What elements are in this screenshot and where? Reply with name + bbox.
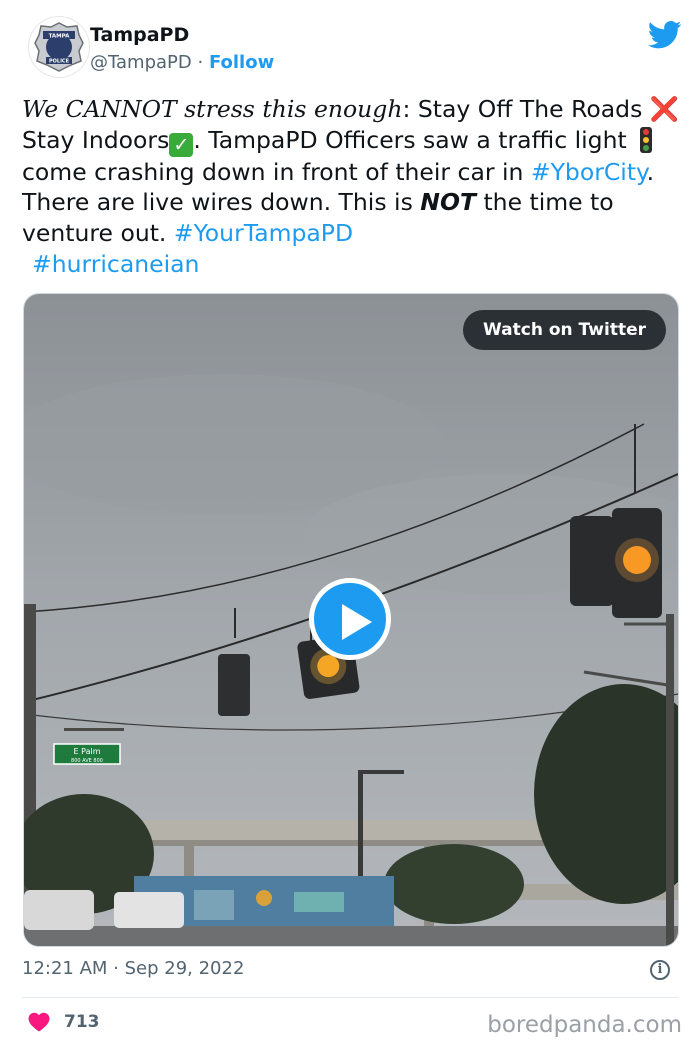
- tweet-text-part3: . TampaPD Officers saw a traffic light: [193, 125, 635, 154]
- street-sign-sub-text: 800 AVE 800: [71, 758, 103, 764]
- info-icon[interactable]: i: [650, 960, 670, 980]
- twitter-bird-icon[interactable]: [648, 20, 682, 50]
- follow-button[interactable]: Follow: [209, 52, 274, 73]
- tweet-not-word: NOT: [420, 188, 476, 217]
- police-badge-icon: TAMPA POLICE: [34, 22, 84, 72]
- tweet-text-part4: come crashing down in front of their car…: [22, 157, 531, 186]
- check-mark-icon: ✓: [169, 132, 194, 157]
- watch-on-twitter-button[interactable]: Watch on Twitter: [463, 310, 666, 350]
- divider: [22, 997, 678, 998]
- handle-line: @TampaPD · Follow: [90, 52, 274, 73]
- user-handle[interactable]: @TampaPD: [90, 52, 192, 73]
- tweet-header: TAMPA POLICE TampaPD @TampaPD · Follow: [22, 14, 682, 84]
- badge-top-text: TAMPA: [49, 34, 71, 40]
- tweet-emphasis: We CANNOT stress this enough: [22, 95, 403, 123]
- tweet-text-part2: Stay Indoors: [22, 125, 170, 154]
- badge-bottom-text: POLICE: [49, 59, 70, 65]
- tweet-text-part1: : Stay Off The Roads: [402, 95, 650, 123]
- watermark: boredpanda.com: [487, 1012, 682, 1038]
- tweet-text: We CANNOT stress this enough: Stay Off T…: [22, 94, 682, 280]
- tweet-timestamp[interactable]: 12:21 AM · Sep 29, 2022: [22, 958, 244, 979]
- video-media[interactable]: E Palm 800 AVE 800 Watch on Twitter: [23, 293, 679, 947]
- street-sign-text: E Palm: [74, 747, 101, 756]
- hashtag-yborcity[interactable]: #YborCity: [531, 158, 647, 186]
- traffic-light-icon: [640, 126, 653, 153]
- hashtag-hurricaneian[interactable]: #hurricaneian: [32, 250, 199, 278]
- cross-mark-icon: ❌: [649, 95, 680, 123]
- like-count[interactable]: 713: [64, 1012, 100, 1032]
- hashtag-yourtampapd[interactable]: #YourTampaPD: [174, 219, 353, 247]
- play-icon[interactable]: [309, 578, 391, 660]
- heart-icon[interactable]: [28, 1012, 50, 1032]
- display-name[interactable]: TampaPD: [90, 24, 189, 46]
- avatar[interactable]: TAMPA POLICE: [28, 16, 90, 78]
- separator-dot: ·: [191, 52, 209, 73]
